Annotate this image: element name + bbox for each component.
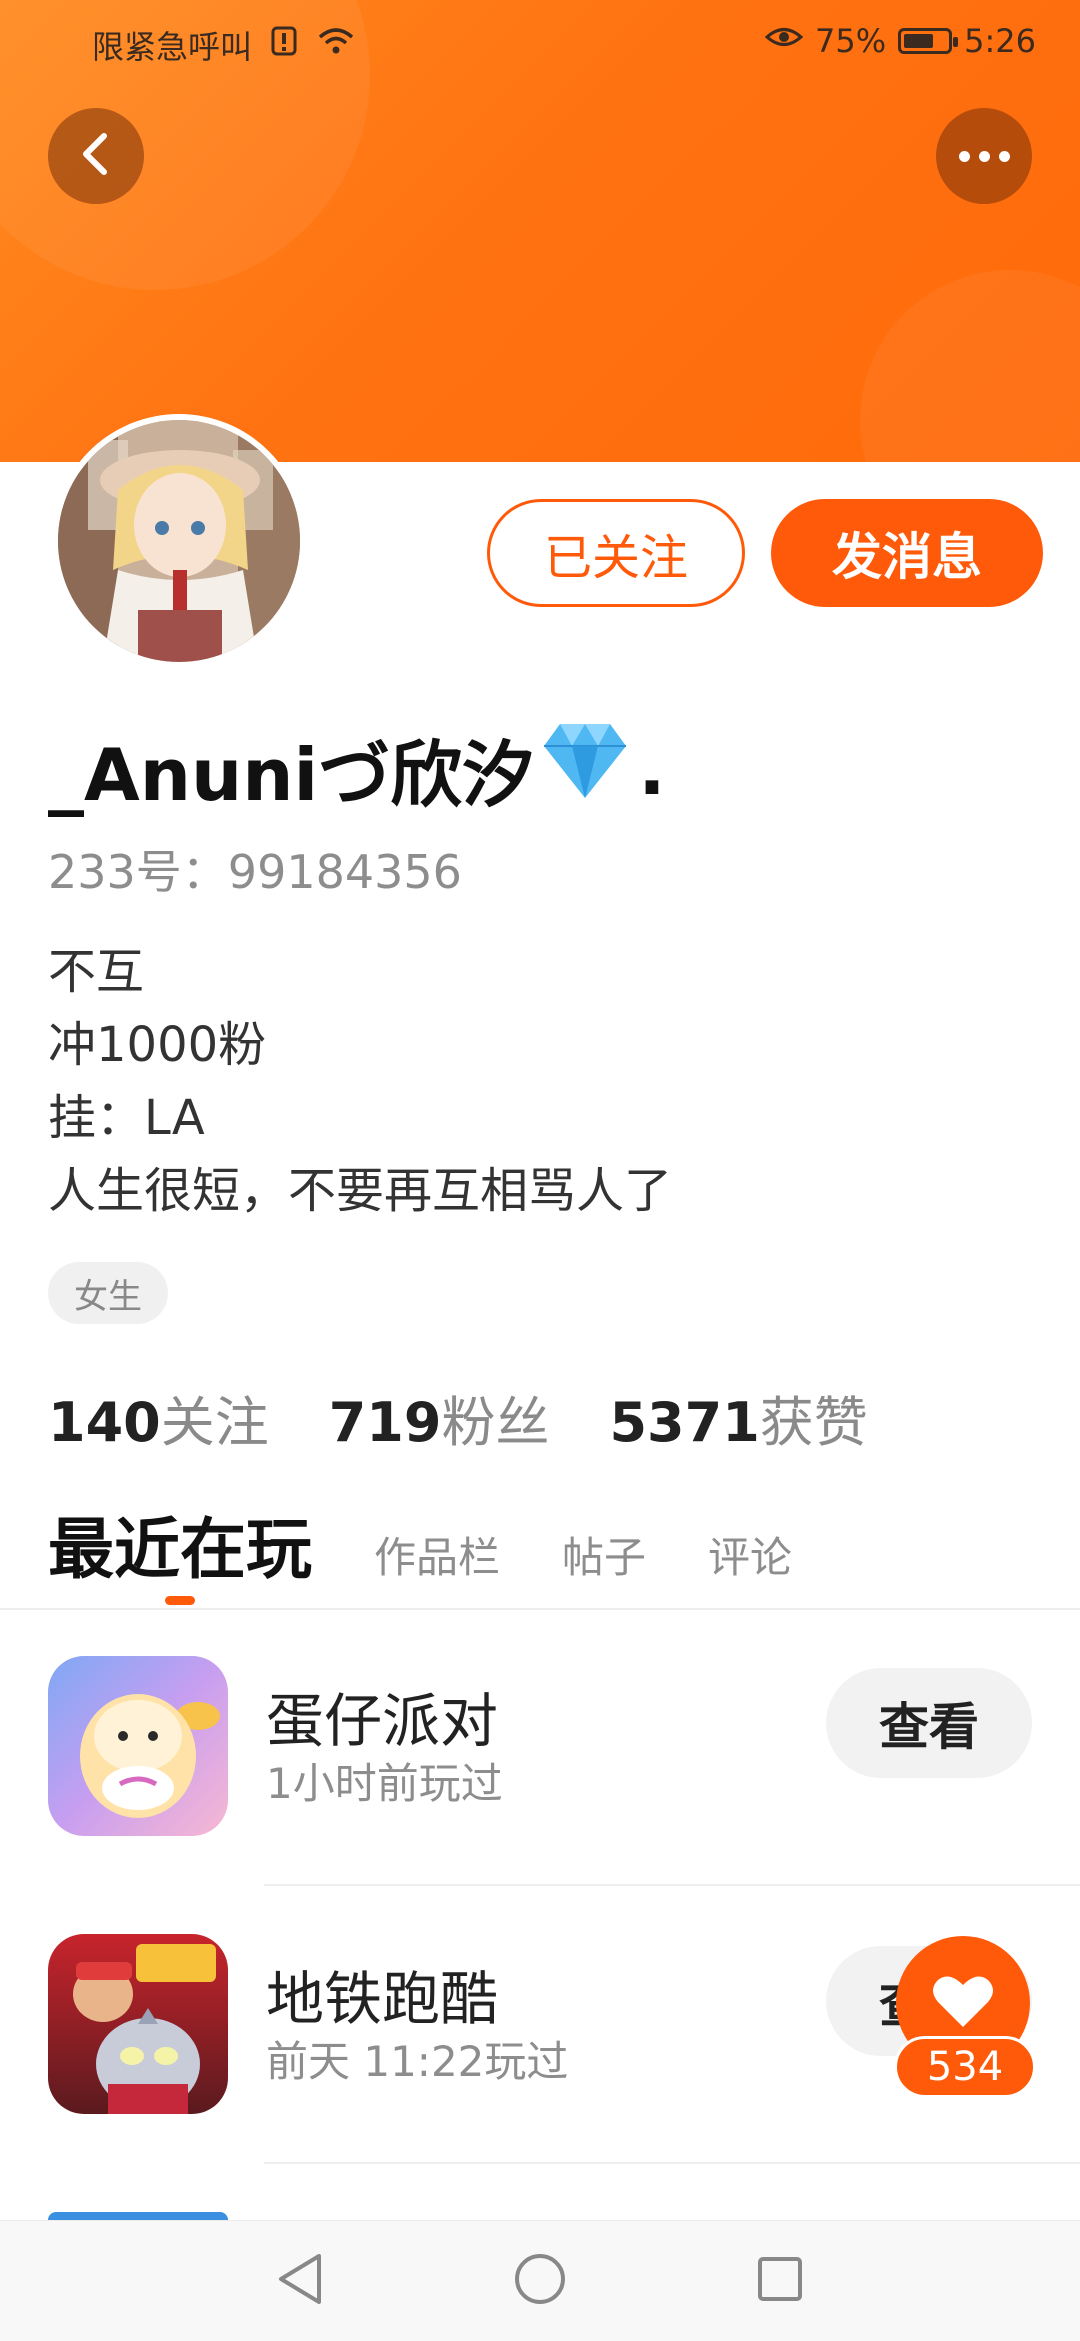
game-icon-subway-surfers xyxy=(48,1934,228,2114)
diamond-icon xyxy=(542,720,628,817)
active-tab-indicator xyxy=(165,1596,195,1605)
circle-home-icon xyxy=(513,2252,567,2310)
game-icon-eggy-party xyxy=(48,1656,228,1836)
more-horizontal-icon xyxy=(958,150,1010,162)
stats-row: 140关注 719粉丝 5371获赞 xyxy=(48,1378,868,1457)
game-name: 地铁跑酷 xyxy=(266,1965,499,2033)
avatar[interactable] xyxy=(52,414,306,668)
bio-line: 冲1000粉 xyxy=(48,1017,267,1073)
bio-line: 人生很短，不要再互相骂人了 xyxy=(48,1163,673,1219)
username: _Anuniづ欣汐 xyxy=(48,733,535,817)
clock-time: 5:26 xyxy=(964,22,1036,60)
avatar-image xyxy=(58,420,300,662)
nav-back-button[interactable] xyxy=(268,2249,332,2313)
bio-line: 不互 xyxy=(48,944,145,1000)
back-button[interactable] xyxy=(48,108,144,204)
game-name: 蛋仔派对 xyxy=(266,1687,499,1755)
like-floating-button[interactable]: 534 xyxy=(894,1936,1038,2100)
username-suffix: . xyxy=(638,726,666,811)
stat-following[interactable]: 140关注 xyxy=(48,1378,269,1457)
last-played-time: 前天 11:22玩过 xyxy=(266,2037,569,2086)
user-id: 233号：99184356 xyxy=(48,845,462,899)
square-recents-icon xyxy=(755,2254,805,2308)
eye-comfort-icon xyxy=(764,22,804,60)
username-row: _Anuniづ欣汐 . xyxy=(48,716,666,821)
bio: 不互 冲1000粉 挂：LA 人生很短，不要再互相骂人了 xyxy=(48,936,672,1228)
tab-works[interactable]: 作品栏 xyxy=(374,1524,500,1585)
wifi-icon xyxy=(316,25,356,65)
more-options-button[interactable] xyxy=(936,108,1032,204)
alert-icon xyxy=(270,25,298,65)
profile-tabs: 最近在玩 作品栏 帖子 评论 xyxy=(48,1496,792,1605)
tab-comments[interactable]: 评论 xyxy=(708,1524,792,1585)
triangle-back-icon xyxy=(275,2252,325,2310)
nav-home-button[interactable] xyxy=(508,2249,572,2313)
battery-percent: 75% xyxy=(815,22,887,60)
divider xyxy=(264,2162,1080,2164)
stat-value: 719 xyxy=(328,1391,442,1454)
view-game-button[interactable]: 查看 xyxy=(826,1668,1032,1778)
followed-button[interactable]: 已关注 xyxy=(487,499,745,607)
nav-recents-button[interactable] xyxy=(748,2249,812,2313)
stat-likes[interactable]: 5371获赞 xyxy=(609,1378,867,1457)
heart-icon xyxy=(932,1973,994,2033)
stat-label: 粉丝 xyxy=(441,1391,550,1454)
gender-tag: 女生 xyxy=(48,1262,168,1324)
chevron-left-icon xyxy=(76,130,116,182)
tab-posts[interactable]: 帖子 xyxy=(562,1524,646,1585)
emergency-call-text: 限紧急呼叫 xyxy=(92,28,253,66)
stat-value: 5371 xyxy=(609,1391,760,1454)
tab-label: 最近在玩 xyxy=(48,1511,312,1588)
stat-label: 获赞 xyxy=(759,1391,868,1454)
game-icon-partial xyxy=(48,2212,228,2220)
list-item[interactable]: 蛋仔派对 1小时前玩过 查看 xyxy=(0,1626,1080,1906)
profile-header: 限紧急呼叫 75% 5:26 xyxy=(0,0,1080,462)
stat-label: 关注 xyxy=(160,1391,269,1454)
stat-value: 140 xyxy=(48,1391,161,1454)
system-navigation-bar xyxy=(0,2220,1080,2341)
battery-icon xyxy=(898,28,959,54)
like-count: 534 xyxy=(894,2036,1036,2098)
last-played-time: 1小时前玩过 xyxy=(266,1759,503,1808)
divider xyxy=(0,1608,1080,1610)
status-bar: 限紧急呼叫 75% 5:26 xyxy=(0,0,1080,84)
header-decoration xyxy=(860,270,1080,462)
tab-recently-played[interactable]: 最近在玩 xyxy=(48,1496,312,1605)
stat-fans[interactable]: 719粉丝 xyxy=(329,1378,550,1457)
send-message-button[interactable]: 发消息 xyxy=(771,499,1043,607)
bio-line: 挂：LA xyxy=(48,1090,205,1146)
divider xyxy=(264,1884,1080,1886)
